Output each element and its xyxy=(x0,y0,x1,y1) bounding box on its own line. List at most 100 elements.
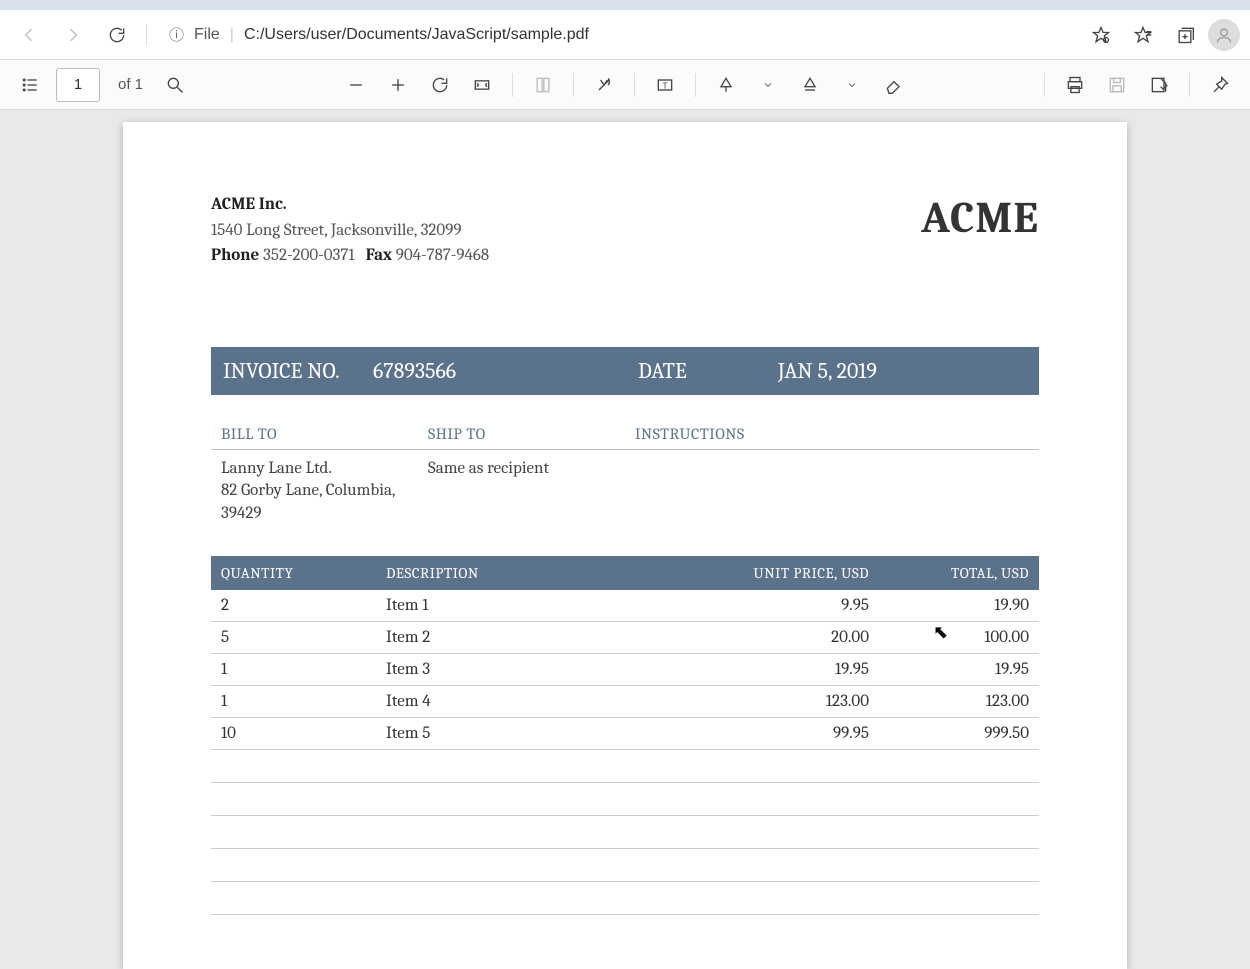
cell-unit: 9.95 xyxy=(699,590,879,622)
pin-toolbar-button[interactable] xyxy=(1202,67,1238,103)
url-text: C:/Users/user/Documents/JavaScript/sampl… xyxy=(244,26,589,44)
cell-unit: 20.00 xyxy=(699,622,879,654)
read-aloud-button[interactable] xyxy=(586,67,622,103)
cell-desc: Item 1 xyxy=(376,590,699,622)
separator xyxy=(634,73,635,97)
cell-desc: Item 3 xyxy=(376,654,699,686)
cell-qty: 10 xyxy=(211,718,376,750)
separator xyxy=(1044,73,1045,97)
fax-value: 904-787-9468 xyxy=(396,246,489,265)
table-row-blank xyxy=(211,816,1039,849)
billto-label: BILL TO xyxy=(221,425,428,443)
chevron-down-icon[interactable] xyxy=(750,67,786,103)
phone-label: Phone xyxy=(211,246,259,265)
col-quantity: QUANTITY xyxy=(211,556,376,590)
instructions-label: INSTRUCTIONS xyxy=(635,425,1029,443)
cell-total: 999.50 xyxy=(879,718,1039,750)
separator xyxy=(1189,73,1190,97)
zoom-out-button[interactable] xyxy=(338,67,374,103)
phone-value: 352-200-0371 xyxy=(263,246,355,265)
table-row-blank xyxy=(211,882,1039,915)
add-favorite-button[interactable] xyxy=(1082,16,1120,54)
line-items-table: QUANTITY DESCRIPTION UNIT PRICE, USD TOT… xyxy=(211,556,1039,915)
company-name: ACME Inc. xyxy=(211,192,489,218)
billto-address: 82 Gorby Lane, Columbia, 39429 xyxy=(221,480,428,526)
pdf-toolbar: of 1 T xyxy=(0,60,1250,110)
invoice-date-label: DATE xyxy=(638,358,778,384)
profile-button[interactable] xyxy=(1208,19,1240,51)
separator xyxy=(512,73,513,97)
save-as-button[interactable] xyxy=(1141,67,1177,103)
separator xyxy=(573,73,574,97)
cell-qty: 1 xyxy=(211,686,376,718)
print-button[interactable] xyxy=(1057,67,1093,103)
col-description: DESCRIPTION xyxy=(376,556,699,590)
url-scheme: File xyxy=(194,26,220,44)
shipto-label: SHIP TO xyxy=(428,425,635,443)
cell-total: 100.00 xyxy=(879,622,1039,654)
chevron-down-icon[interactable] xyxy=(834,67,870,103)
invoice-date-value: JAN 5, 2019 xyxy=(778,358,877,384)
cell-total: 19.90 xyxy=(879,590,1039,622)
url-separator: | xyxy=(230,26,234,44)
table-row: 5Item 220.00100.00 xyxy=(211,622,1039,654)
table-row-blank xyxy=(211,750,1039,783)
page-number-input[interactable] xyxy=(56,68,100,102)
table-row: 1Item 4123.00123.00 xyxy=(211,686,1039,718)
col-unit-price: UNIT PRICE, USD xyxy=(699,556,879,590)
url-box[interactable]: ⓘ File | C:/Users/user/Documents/JavaScr… xyxy=(157,17,1076,53)
rotate-button[interactable] xyxy=(422,67,458,103)
tab-strip-area: PDF sample.pdf ✕ + xyxy=(0,0,1250,10)
table-header-row: QUANTITY DESCRIPTION UNIT PRICE, USD TOT… xyxy=(211,556,1039,590)
cell-qty: 1 xyxy=(211,654,376,686)
favorites-button[interactable] xyxy=(1124,16,1162,54)
invoice-no-label: INVOICE NO. xyxy=(223,358,373,384)
cell-qty: 5 xyxy=(211,622,376,654)
forward-button[interactable] xyxy=(54,16,92,54)
collections-button[interactable] xyxy=(1166,16,1204,54)
highlight-button[interactable] xyxy=(792,67,828,103)
divider xyxy=(211,449,1039,450)
draw-button[interactable] xyxy=(708,67,744,103)
back-button[interactable] xyxy=(10,16,48,54)
page-count-label: of 1 xyxy=(118,76,143,93)
cell-total: 123.00 xyxy=(879,686,1039,718)
shipto-value: Same as recipient xyxy=(428,458,635,481)
fit-width-button[interactable] xyxy=(464,67,500,103)
invoice-header-bar: INVOICE NO. 67893566 DATE JAN 5, 2019 xyxy=(211,347,1039,395)
cell-desc: Item 2 xyxy=(376,622,699,654)
billto-name: Lanny Lane Ltd. xyxy=(221,458,428,481)
site-info-icon[interactable]: ⓘ xyxy=(169,24,184,45)
table-row: 1Item 319.9519.95 xyxy=(211,654,1039,686)
table-row-blank xyxy=(211,783,1039,816)
separator xyxy=(695,73,696,97)
pdf-viewer[interactable]: ACME Inc. 1540 Long Street, Jacksonville… xyxy=(0,110,1250,969)
company-info: ACME Inc. 1540 Long Street, Jacksonville… xyxy=(211,192,489,269)
col-total: TOTAL, USD xyxy=(879,556,1039,590)
cell-total: 19.95 xyxy=(879,654,1039,686)
refresh-button[interactable] xyxy=(98,16,136,54)
page-view-button[interactable] xyxy=(525,67,561,103)
table-row-blank xyxy=(211,849,1039,882)
erase-button[interactable] xyxy=(876,67,912,103)
find-button[interactable] xyxy=(157,67,193,103)
save-button[interactable] xyxy=(1099,67,1135,103)
invoice-no-value: 67893566 xyxy=(373,358,638,384)
cell-desc: Item 5 xyxy=(376,718,699,750)
fax-label: Fax xyxy=(366,246,392,265)
cell-unit: 123.00 xyxy=(699,686,879,718)
address-bar: ⓘ File | C:/Users/user/Documents/JavaScr… xyxy=(0,10,1250,60)
pdf-page: ACME Inc. 1540 Long Street, Jacksonville… xyxy=(123,122,1127,969)
cell-qty: 2 xyxy=(211,590,376,622)
svg-text:T: T xyxy=(663,80,668,90)
table-row: 10Item 599.95999.50 xyxy=(211,718,1039,750)
cell-unit: 99.95 xyxy=(699,718,879,750)
cell-unit: 19.95 xyxy=(699,654,879,686)
zoom-in-button[interactable] xyxy=(380,67,416,103)
cell-desc: Item 4 xyxy=(376,686,699,718)
table-row: 2Item 19.9519.90 xyxy=(211,590,1039,622)
add-text-button[interactable]: T xyxy=(647,67,683,103)
company-address: 1540 Long Street, Jacksonville, 32099 xyxy=(211,218,489,244)
separator xyxy=(146,24,147,46)
contents-button[interactable] xyxy=(12,67,48,103)
